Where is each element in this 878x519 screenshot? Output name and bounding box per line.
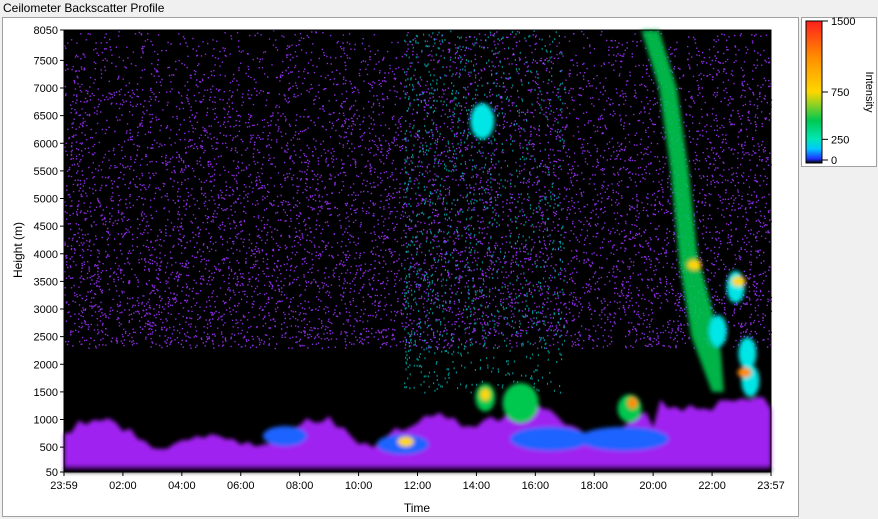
cloud-patch bbox=[708, 315, 727, 348]
x-tick-label: 18:00 bbox=[580, 480, 608, 492]
colorbar-tick-label: 1500 bbox=[831, 16, 855, 28]
x-tick-label: 14:00 bbox=[463, 480, 491, 492]
colorbar-tick-label: 0 bbox=[831, 155, 837, 167]
backscatter-chart: 5050010001500200025003000350040004500500… bbox=[11, 16, 875, 515]
colorbar-gradient bbox=[805, 20, 823, 164]
cloud-core bbox=[687, 259, 702, 270]
y-axis-label: Height (m) bbox=[11, 222, 25, 278]
x-tick-label: 22:00 bbox=[698, 480, 726, 492]
x-tick-label: 16:00 bbox=[522, 480, 550, 492]
x-axis-label: Time bbox=[404, 501, 431, 515]
x-tick-label: 06:00 bbox=[227, 480, 255, 492]
colorbar bbox=[805, 20, 823, 164]
cloud-patch bbox=[726, 270, 745, 303]
x-tick-label: 20:00 bbox=[639, 480, 667, 492]
cloud-patch bbox=[738, 337, 757, 370]
cloud-patch bbox=[480, 388, 491, 401]
y-tick-label: 3500 bbox=[34, 276, 58, 288]
y-tick-label: 5500 bbox=[34, 166, 58, 178]
y-tick-label: 4500 bbox=[34, 221, 58, 233]
y-tick-label: 2000 bbox=[34, 359, 58, 371]
surface-strip bbox=[64, 467, 771, 472]
y-tick-label: 3000 bbox=[34, 304, 58, 316]
cloud-patch bbox=[578, 426, 669, 451]
colorbar-ticks: 0 250 750 1500 bbox=[822, 16, 855, 167]
x-tick-label: 23:57 bbox=[757, 480, 785, 492]
y-tick-label: 2500 bbox=[34, 332, 58, 344]
y-tick-label: 1000 bbox=[34, 415, 58, 427]
high-cloud-patch bbox=[470, 103, 495, 140]
y-axis-ticks: 50 500 1000 1500 2000 2500 3000 3500 4000 4500 500… bbox=[34, 25, 64, 479]
cloud-core bbox=[731, 276, 746, 287]
y-tick-label: 1500 bbox=[34, 387, 58, 399]
x-tick-label: 10:00 bbox=[345, 480, 373, 492]
y-tick-label: 6000 bbox=[34, 138, 58, 150]
x-tick-label: 12:00 bbox=[404, 480, 432, 492]
y-tick-label: 5000 bbox=[34, 194, 58, 206]
colorbar-tick-label: 250 bbox=[831, 134, 849, 146]
colorbar-label: Intensity bbox=[863, 72, 875, 113]
y-tick-label: 7500 bbox=[34, 55, 58, 67]
x-tick-label: 02:00 bbox=[109, 480, 137, 492]
y-tick-label: 4000 bbox=[34, 249, 58, 261]
y-tick-label: 6500 bbox=[34, 111, 58, 123]
cloud-core bbox=[737, 367, 752, 378]
y-tick-label: 50 bbox=[46, 467, 58, 479]
cloud-patch bbox=[397, 436, 414, 447]
cloud-patch bbox=[262, 426, 307, 447]
x-tick-label: 08:00 bbox=[286, 480, 314, 492]
y-tick-label: 8050 bbox=[34, 25, 58, 37]
colorbar-tick-label: 750 bbox=[831, 87, 849, 99]
y-tick-label: 7000 bbox=[34, 83, 58, 95]
x-axis-ticks: 23:59 02:00 04:00 06:00 08:00 10:00 12:00 14:00… bbox=[50, 472, 785, 492]
cloud-patch bbox=[502, 382, 539, 423]
x-tick-label: 04:00 bbox=[168, 480, 196, 492]
y-tick-label: 500 bbox=[40, 442, 58, 454]
cloud-patch bbox=[627, 396, 638, 409]
x-tick-label: 23:59 bbox=[50, 480, 78, 492]
cloud-patch bbox=[510, 426, 591, 451]
